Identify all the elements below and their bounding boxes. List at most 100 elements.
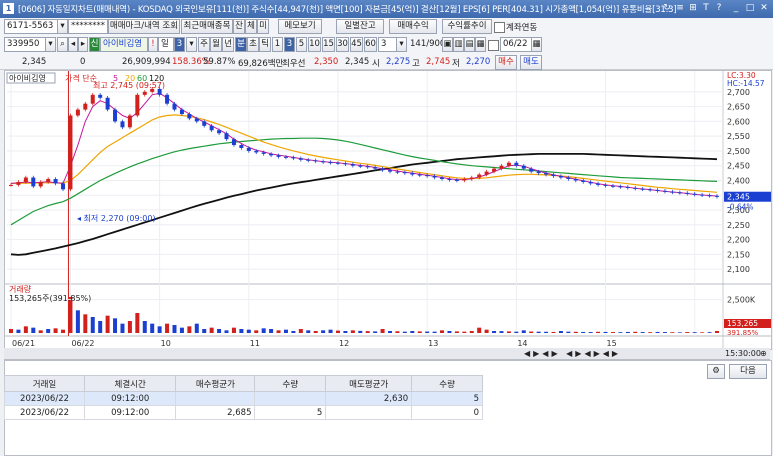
chevron-down-icon[interactable]: ▾	[186, 37, 197, 52]
maximize-icon[interactable]: □	[744, 2, 756, 15]
period-tick[interactable]: 틱	[259, 37, 271, 52]
candle-body	[581, 180, 586, 182]
candle-body	[655, 189, 660, 191]
account-link-checkbox[interactable]	[494, 22, 505, 33]
chevron-down-icon[interactable]: ▾	[45, 37, 56, 52]
candle-body	[38, 181, 43, 187]
pin-icon[interactable]: ⊞	[687, 2, 699, 15]
col-header: 수량	[254, 375, 327, 392]
close-icon[interactable]: ✕	[758, 2, 770, 15]
chart-type-select[interactable]: 일	[158, 37, 174, 52]
menu-icon[interactable]: ≡	[674, 2, 686, 15]
save-icon[interactable]: ▣	[442, 37, 453, 52]
minute-value-input[interactable]: 3	[378, 37, 398, 52]
indicator-icon[interactable]: ▤	[464, 37, 475, 52]
recent-stock-button[interactable]: 최근매매종목	[181, 19, 233, 34]
trade-date: 2023/06/22	[3, 391, 86, 406]
volume-current-pct: 391.85%	[727, 329, 758, 337]
trade-profit-button[interactable]: 매매수익	[389, 19, 437, 34]
minimize-icon[interactable]: _	[730, 2, 742, 15]
high-label: 고	[412, 59, 420, 69]
price-tick-label: 2,150	[727, 250, 750, 259]
buy-button[interactable]: 매수	[495, 55, 517, 70]
date-input[interactable]: 06/22	[500, 37, 532, 52]
chevron-down-icon[interactable]: ▾	[396, 37, 407, 52]
minute-1[interactable]: 1	[272, 37, 283, 52]
volume-bar	[648, 332, 653, 333]
volume-bar	[217, 329, 222, 333]
volume-bar	[157, 326, 162, 333]
chevron-down-icon[interactable]: ▾	[57, 19, 68, 34]
date-checkbox[interactable]	[488, 40, 499, 51]
volume-bar	[440, 330, 445, 333]
next-icon[interactable]: ▸	[78, 37, 88, 52]
candle-body	[551, 174, 556, 177]
next-page-button[interactable]: 다음	[729, 364, 767, 379]
volume-bar	[544, 331, 549, 333]
gear-icon[interactable]: ⚙	[707, 364, 725, 379]
chart-scroll-bar[interactable]: ◀▶◀▶ ◀▶◀▶◀▶ 15:30:00 ⊕	[4, 348, 770, 360]
zoom-in-icon[interactable]: ⊕	[760, 348, 767, 359]
profit-trend-button[interactable]: 수익률추이	[442, 19, 492, 34]
minute-45[interactable]: 45	[350, 37, 363, 52]
period-second[interactable]: 초	[247, 37, 259, 52]
price-change: 0	[80, 57, 86, 67]
chart-icon[interactable]: ▥	[453, 37, 464, 52]
stock-code-input[interactable]: 339950	[4, 37, 48, 52]
volume-bar	[506, 331, 511, 333]
minute-5[interactable]: 5	[296, 37, 307, 52]
table-row[interactable]: 2023/06/22 09:12:00 2,630 5	[3, 391, 483, 406]
zoom-controls[interactable]: ◀▶◀▶ ◀▶◀▶◀▶	[524, 348, 621, 359]
sell-button[interactable]: 매도	[520, 55, 542, 70]
period-month[interactable]: 월	[210, 37, 222, 52]
candle-body	[61, 183, 66, 190]
price-chart[interactable]: 2,7002,6502,6002,5502,5002,4502,4002,350…	[5, 71, 771, 349]
candle-body	[715, 195, 719, 197]
minute-10[interactable]: 10	[308, 37, 321, 52]
volume-bar	[566, 331, 571, 333]
account-select[interactable]: 6171-5563	[4, 19, 58, 34]
minute-60[interactable]: 60	[364, 37, 377, 52]
volume-bar	[142, 321, 147, 333]
warning-badge[interactable]: !	[148, 37, 158, 52]
x-tick-label: 11	[250, 339, 260, 348]
executed-button[interactable]: 체	[245, 19, 257, 34]
calendar-icon[interactable]: ▦	[531, 37, 542, 52]
minute-30[interactable]: 30	[336, 37, 349, 52]
chart-panel[interactable]: 2,7002,6502,6002,5502,5002,4502,4002,350…	[4, 70, 772, 350]
price-tick-label: 2,550	[727, 132, 750, 141]
candle-body	[484, 171, 489, 175]
volume-bar	[692, 332, 697, 333]
volume-bar	[388, 331, 393, 333]
minute-3[interactable]: 3	[284, 37, 295, 52]
trade-time: 09:12:00	[84, 391, 177, 406]
password-field[interactable]: ********	[68, 19, 108, 34]
table-row[interactable]: 2023/06/22 09:12:00 2,685 5 0	[3, 405, 483, 420]
period-value[interactable]: 3	[174, 37, 185, 52]
candle-body	[417, 174, 422, 176]
prev-icon[interactable]: ◂	[68, 37, 78, 52]
memo-button[interactable]: 메모보기	[278, 19, 322, 34]
minute-15[interactable]: 15	[322, 37, 335, 52]
trade-mark-query-button[interactable]: 매매마크/내역 조회	[108, 19, 180, 34]
volume-bar	[603, 331, 608, 333]
candle-body	[283, 156, 288, 158]
period-minute[interactable]: 분	[235, 37, 247, 52]
volume-bar	[23, 326, 28, 333]
refresh-icon[interactable]: ↻	[661, 2, 673, 15]
volume-bar	[380, 329, 385, 333]
search-icon[interactable]: ⌕	[57, 37, 68, 52]
volume-bar	[373, 331, 378, 333]
candle-body	[46, 179, 51, 182]
price-tick-label: 2,250	[727, 221, 750, 230]
grid-icon[interactable]: ▦	[475, 37, 486, 52]
font-icon[interactable]: T	[700, 2, 712, 15]
credit-badge: 신	[89, 37, 100, 52]
help-icon[interactable]: ?	[713, 2, 725, 15]
unexecuted-button[interactable]: 미	[257, 19, 269, 34]
candle-body	[231, 139, 236, 146]
period-year[interactable]: 년	[222, 37, 234, 52]
period-week[interactable]: 주	[198, 37, 210, 52]
balance-button[interactable]: 잔	[233, 19, 245, 34]
daily-balance-button[interactable]: 일별잔고	[336, 19, 384, 34]
